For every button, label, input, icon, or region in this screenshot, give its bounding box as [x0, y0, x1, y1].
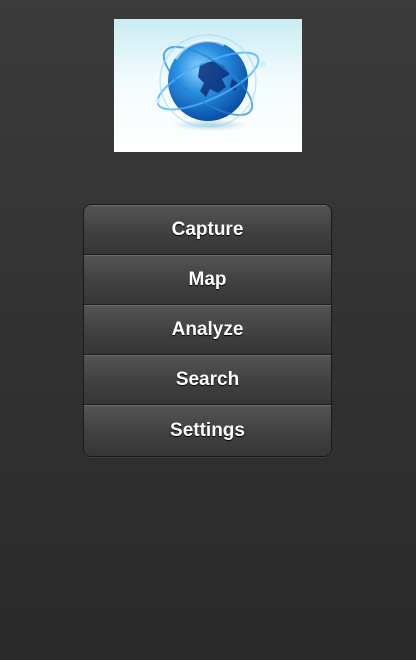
main-menu: Capture Map Analyze Search Settings — [83, 204, 332, 457]
capture-button[interactable]: Capture — [84, 205, 331, 255]
analyze-button[interactable]: Analyze — [84, 305, 331, 355]
map-button-label: Map — [188, 269, 227, 290]
map-button[interactable]: Map — [84, 255, 331, 305]
settings-button[interactable]: Settings — [84, 405, 331, 456]
settings-button-label: Settings — [170, 420, 245, 441]
search-button[interactable]: Search — [84, 355, 331, 405]
capture-button-label: Capture — [171, 219, 244, 240]
analyze-button-label: Analyze — [171, 319, 244, 340]
globe-icon — [155, 34, 266, 131]
search-button-label: Search — [175, 369, 240, 390]
app-logo — [114, 19, 302, 152]
